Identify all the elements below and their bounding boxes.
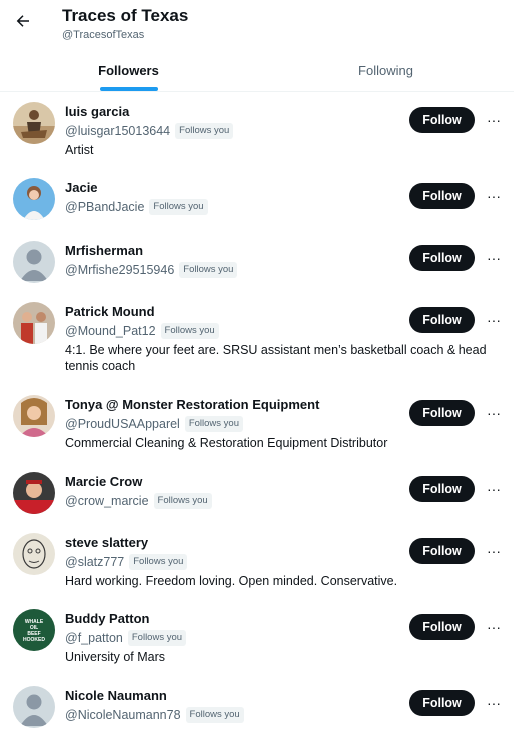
list-item[interactable]: Mrfisherman @Mrfishe29515946 Follows you… — [0, 231, 514, 293]
follows-you-badge: Follows you — [149, 199, 208, 215]
follows-you-badge: Follows you — [185, 707, 244, 723]
followers-list: luis garcia @luisgar15013644 Follows you… — [0, 93, 514, 738]
list-item[interactable]: luis garcia @luisgar15013644 Follows you… — [0, 93, 514, 169]
follows-you-badge: Follows you — [153, 493, 212, 509]
avatar[interactable] — [13, 302, 55, 344]
list-item[interactable]: Tonya @ Monster Restoration Equipment @P… — [0, 386, 514, 462]
follows-you-badge: Follows you — [184, 416, 244, 432]
avatar[interactable] — [13, 102, 55, 144]
user-name[interactable]: Jacie — [65, 180, 404, 196]
follows-you-badge: Follows you — [175, 123, 234, 139]
user-name[interactable]: Buddy Patton — [65, 611, 404, 627]
follow-button[interactable]: Follow — [409, 307, 475, 333]
avatar[interactable] — [13, 241, 55, 283]
more-options-icon[interactable]: ··· — [484, 250, 504, 266]
more-options-icon[interactable]: ··· — [484, 188, 504, 204]
user-handle[interactable]: @PBandJacie — [65, 200, 144, 214]
follow-button[interactable]: Follow — [409, 107, 475, 133]
user-handle[interactable]: @luisgar15013644 — [65, 124, 170, 138]
user-bio: Hard working. Freedom loving. Open minde… — [65, 574, 398, 588]
user-handle[interactable]: @f_patton — [65, 631, 123, 645]
follow-button[interactable]: Follow — [409, 183, 475, 209]
more-options-icon[interactable]: ··· — [484, 112, 504, 128]
more-options-icon[interactable]: ··· — [484, 695, 504, 711]
user-name[interactable]: Patrick Mound — [65, 304, 404, 320]
avatar[interactable] — [13, 395, 55, 437]
follow-button[interactable]: Follow — [409, 614, 475, 640]
user-name[interactable]: Mrfisherman — [65, 243, 404, 259]
user-bio: University of Mars — [65, 650, 166, 664]
follows-you-badge: Follows you — [160, 323, 219, 339]
avatar[interactable] — [13, 686, 55, 728]
user-bio: Commercial Cleaning & Restoration Equipm… — [65, 436, 388, 450]
arrow-left-icon — [16, 15, 29, 27]
back-button[interactable] — [8, 6, 38, 36]
list-item[interactable]: Marcie Crow @crow_marcie Follows you Fol… — [0, 462, 514, 524]
follow-button[interactable]: Follow — [409, 245, 475, 271]
follows-you-badge: Follows you — [127, 630, 187, 646]
more-options-icon[interactable]: ··· — [484, 481, 504, 497]
list-item[interactable]: steve slattery @slatz777 Follows you Har… — [0, 524, 514, 600]
active-tab-indicator — [99, 87, 158, 91]
user-bio: 4:1. Be where your feet are. SRSU assist… — [65, 343, 487, 373]
user-handle[interactable]: @slatz777 — [65, 555, 124, 569]
follow-button[interactable]: Follow — [409, 476, 475, 502]
avatar[interactable] — [13, 533, 55, 575]
tab-label: Following — [358, 62, 413, 78]
user-name[interactable]: luis garcia — [65, 104, 404, 120]
follows-you-badge: Follows you — [129, 554, 188, 570]
more-options-icon[interactable]: ··· — [484, 405, 504, 421]
tab-followers[interactable]: Followers — [0, 50, 257, 91]
avatar[interactable]: WHALE OIL BEEF HOOKED — [13, 609, 55, 651]
svg-text:HOOKED: HOOKED — [23, 637, 45, 643]
follows-you-badge: Follows you — [179, 262, 238, 278]
user-handle[interactable]: @crow_marcie — [65, 494, 149, 508]
tab-label: Followers — [98, 62, 159, 78]
list-item[interactable]: Jacie @PBandJacie Follows you Follow ··· — [0, 169, 514, 231]
page-handle: @TracesofTexas — [62, 29, 145, 41]
avatar[interactable] — [13, 472, 55, 514]
user-handle[interactable]: @ProudUSAApparel — [65, 417, 180, 431]
avatar[interactable] — [13, 178, 55, 220]
list-item[interactable]: WHALE OIL BEEF HOOKED Buddy Patton @f_pa… — [0, 600, 514, 676]
tab-bar: Followers Following — [0, 50, 514, 92]
profile-header: Traces of Texas @TracesofTexas — [0, 0, 514, 48]
user-handle[interactable]: @NicoleNaumann78 — [65, 708, 181, 722]
more-options-icon[interactable]: ··· — [484, 619, 504, 635]
follow-button[interactable]: Follow — [409, 538, 475, 564]
follow-button[interactable]: Follow — [409, 400, 475, 426]
list-item[interactable]: Patrick Mound @Mound_Pat12 Follows you 4… — [0, 293, 514, 386]
list-item[interactable]: Nicole Naumann @NicoleNaumann78 Follows … — [0, 676, 514, 738]
user-handle[interactable]: @Mound_Pat12 — [65, 324, 156, 338]
user-name[interactable]: steve slattery — [65, 535, 404, 551]
user-handle[interactable]: @Mrfishe29515946 — [65, 263, 174, 277]
more-options-icon[interactable]: ··· — [484, 543, 504, 559]
tab-following[interactable]: Following — [257, 50, 514, 90]
follow-button[interactable]: Follow — [409, 690, 475, 716]
user-name[interactable]: Tonya @ Monster Restoration Equipment — [65, 397, 404, 413]
user-name[interactable]: Marcie Crow — [65, 474, 404, 490]
user-name[interactable]: Nicole Naumann — [65, 688, 404, 704]
page-title: Traces of Texas — [62, 6, 189, 25]
user-bio: Artist — [65, 143, 94, 157]
more-options-icon[interactable]: ··· — [484, 312, 504, 328]
